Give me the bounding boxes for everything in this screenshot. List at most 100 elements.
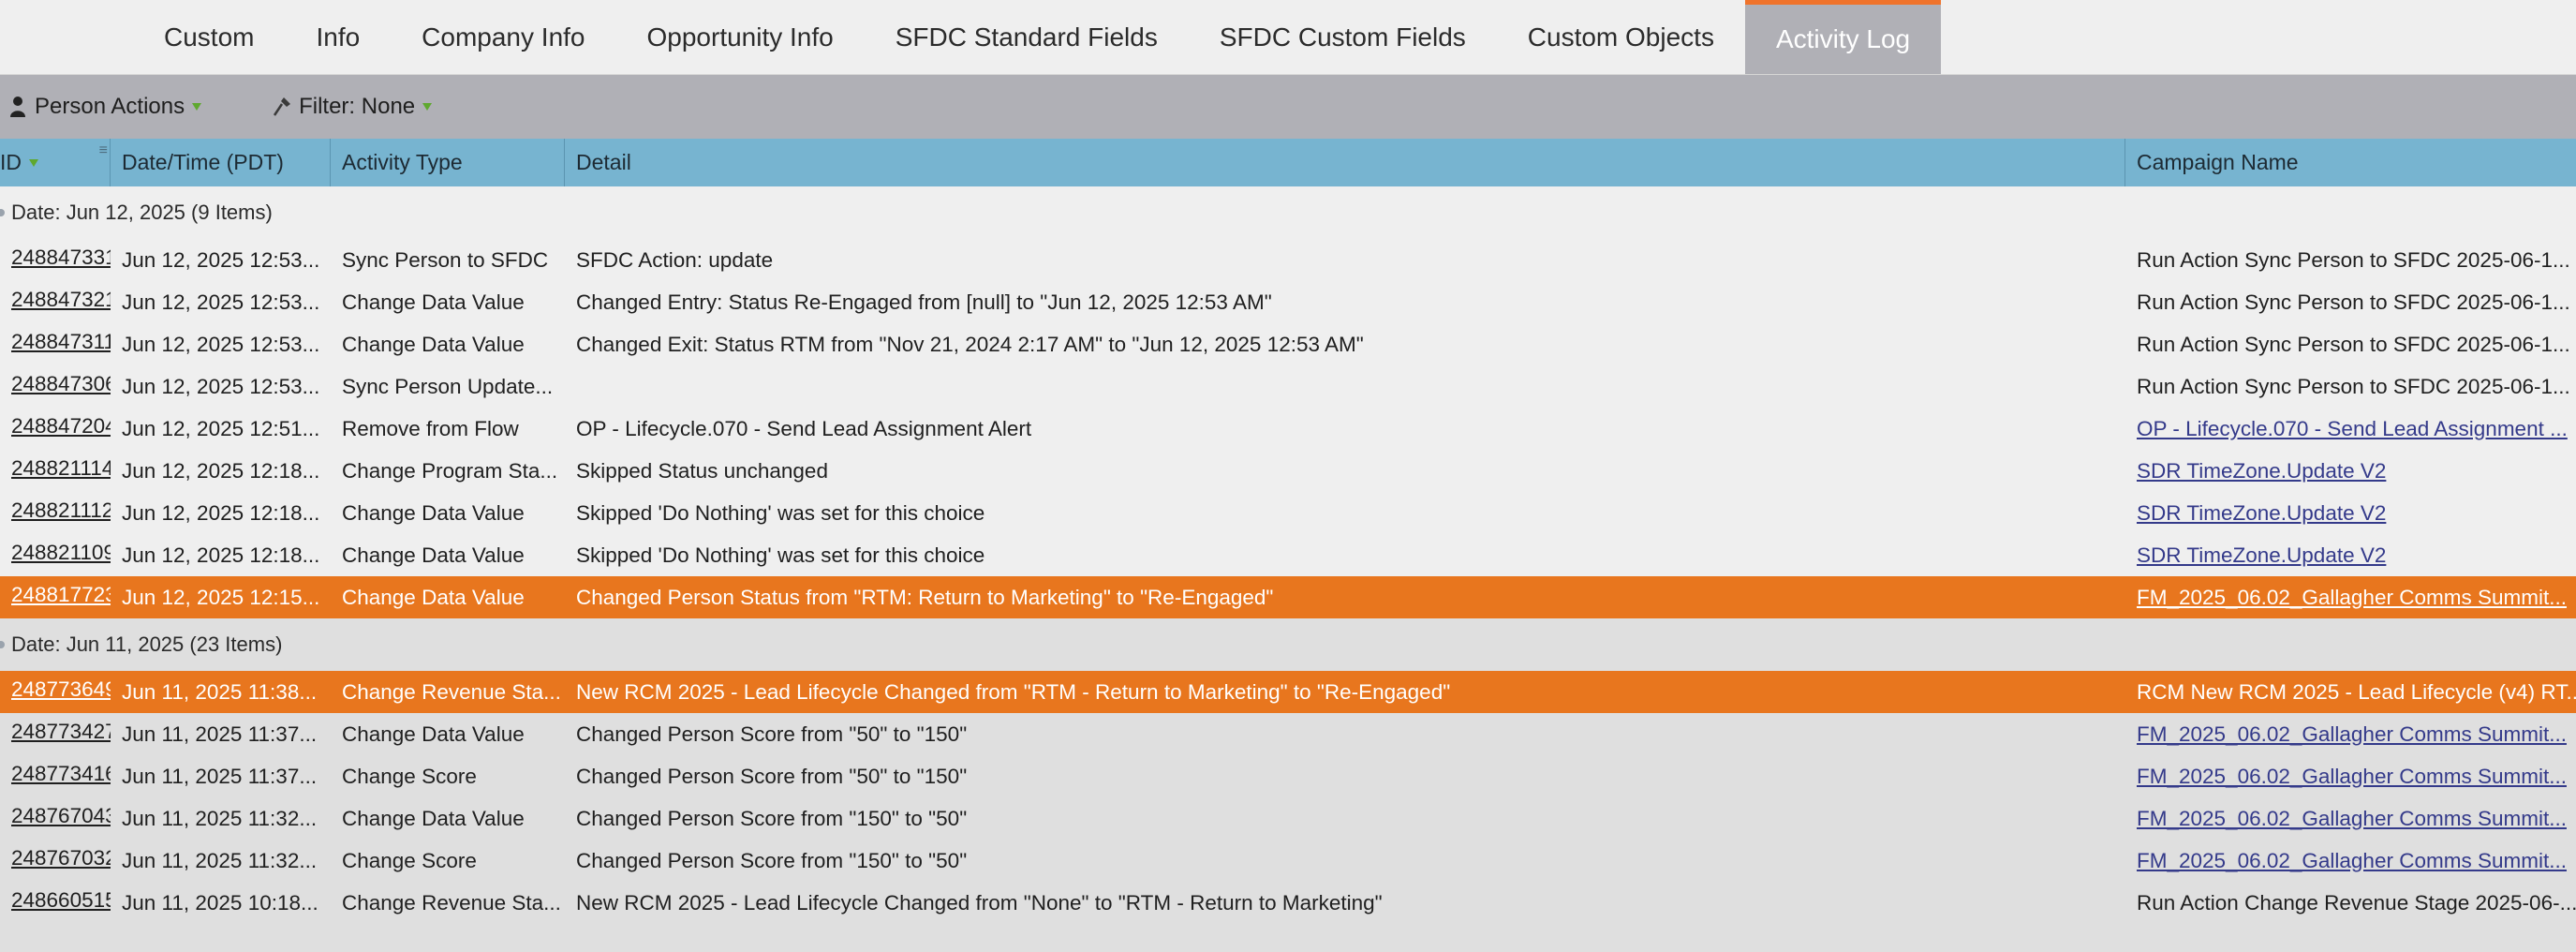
- row-detail: Skipped 'Do Nothing' was set for this ch…: [576, 543, 985, 567]
- table-row[interactable]: 248847204 Jun 12, 2025 12:51... Remove f…: [0, 408, 2576, 450]
- tab-custom-objects[interactable]: Custom Objects: [1497, 0, 1745, 74]
- row-activity-type: Change Score: [342, 848, 477, 872]
- chevron-down-icon: [422, 103, 433, 111]
- campaign-link[interactable]: FM_2025_06.02_Gallagher Comms Summit...: [2137, 722, 2567, 746]
- row-datetime: Jun 11, 2025 11:32...: [122, 848, 318, 872]
- campaign-link[interactable]: FM_2025_06.02_Gallagher Comms Summit...: [2137, 849, 2567, 872]
- table-row-selected[interactable]: 248773649 Jun 11, 2025 11:38... Change R…: [0, 671, 2576, 713]
- filter-icon: [274, 97, 291, 116]
- row-datetime: Jun 12, 2025 12:18...: [122, 500, 320, 525]
- campaign-link[interactable]: SDR TimeZone.Update V2: [2137, 543, 2386, 567]
- campaign-link[interactable]: SDR TimeZone.Update V2: [2137, 459, 2386, 483]
- activity-id-link[interactable]: 248847321: [11, 288, 111, 312]
- table-row[interactable]: 248821114 Jun 12, 2025 12:18... Change P…: [0, 450, 2576, 492]
- row-activity-type: Change Data Value: [342, 543, 525, 567]
- row-campaign: Run Action Sync Person to SFDC 2025-06-1…: [2137, 247, 2570, 272]
- campaign-link[interactable]: SDR TimeZone.Update V2: [2137, 501, 2386, 525]
- activity-id-link[interactable]: 248821114: [11, 456, 111, 481]
- row-detail: Changed Person Score from "150" to "50": [576, 806, 968, 830]
- column-header-detail[interactable]: Detail: [565, 139, 2125, 186]
- group-label: Date: Jun 11, 2025 (23 Items): [11, 632, 283, 656]
- table-row[interactable]: 248773427 Jun 11, 2025 11:37... Change D…: [0, 713, 2576, 755]
- table-body: Date: Jun 12, 2025 (9 Items) 248847331 J…: [0, 186, 2576, 952]
- column-header-activity-type[interactable]: Activity Type: [331, 139, 565, 186]
- row-campaign: RCM New RCM 2025 - Lead Lifecycle (v4) R…: [2137, 679, 2576, 704]
- campaign-link[interactable]: OP - Lifecycle.070 - Send Lead Assignmen…: [2137, 417, 2568, 440]
- activity-id-link[interactable]: 248767032: [11, 846, 111, 870]
- row-datetime: Jun 12, 2025 12:53...: [122, 290, 320, 314]
- collapse-icon[interactable]: [0, 209, 5, 216]
- group-header[interactable]: Date: Jun 12, 2025 (9 Items): [0, 186, 2576, 239]
- group-label: Date: Jun 12, 2025 (9 Items): [11, 201, 273, 224]
- activity-id-link[interactable]: 248847311: [11, 330, 111, 354]
- person-actions-label: Person Actions: [35, 94, 185, 119]
- table-row[interactable]: 248847306 Jun 12, 2025 12:53... Sync Per…: [0, 365, 2576, 408]
- row-detail: New RCM 2025 - Lead Lifecycle Changed fr…: [576, 679, 1451, 704]
- table-row[interactable]: 248660515 Jun 11, 2025 10:18... Change R…: [0, 882, 2576, 924]
- column-resize-icon[interactable]: ≡: [99, 142, 108, 159]
- row-detail: Changed Person Status from "RTM: Return …: [576, 585, 1274, 609]
- filter-button[interactable]: Filter: None: [271, 94, 433, 120]
- row-campaign: Run Action Sync Person to SFDC 2025-06-1…: [2137, 374, 2570, 398]
- row-activity-type: Change Score: [342, 764, 477, 788]
- person-actions-button[interactable]: Person Actions: [9, 94, 202, 120]
- row-detail: Changed Person Score from "50" to "150": [576, 721, 968, 746]
- person-icon: [10, 97, 25, 117]
- table-row[interactable]: 248821109 Jun 12, 2025 12:18... Change D…: [0, 534, 2576, 576]
- campaign-link[interactable]: FM_2025_06.02_Gallagher Comms Summit...: [2137, 765, 2567, 788]
- activity-id-link[interactable]: 248773416: [11, 762, 111, 786]
- row-activity-type: Change Data Value: [342, 290, 525, 314]
- sort-icon[interactable]: [29, 158, 38, 167]
- row-campaign: Run Action Sync Person to SFDC 2025-06-1…: [2137, 332, 2570, 356]
- table-row[interactable]: 248847331 Jun 12, 2025 12:53... Sync Per…: [0, 239, 2576, 281]
- table-row-selected[interactable]: 248817723 Jun 12, 2025 12:15... Change D…: [0, 576, 2576, 618]
- campaign-link[interactable]: FM_2025_06.02_Gallagher Comms Summit...: [2137, 807, 2567, 830]
- column-header-datetime[interactable]: Date/Time (PDT): [111, 139, 331, 186]
- column-header-id[interactable]: ID ≡: [0, 139, 111, 186]
- activity-id-link[interactable]: 248847306: [11, 372, 111, 396]
- row-campaign: Run Action Change Revenue Stage 2025-06-…: [2137, 890, 2576, 915]
- activity-id-link[interactable]: 248821112: [11, 498, 111, 523]
- activity-id-link[interactable]: 248847204: [11, 414, 111, 439]
- row-activity-type: Sync Person to SFDC: [342, 247, 549, 272]
- table-row[interactable]: [0, 924, 2576, 952]
- activity-id-link[interactable]: 248660515: [11, 888, 111, 913]
- table-row[interactable]: 248847311 Jun 12, 2025 12:53... Change D…: [0, 323, 2576, 365]
- activity-id-link[interactable]: 248773649: [11, 677, 111, 702]
- campaign-link[interactable]: FM_2025_06.02_Gallagher Comms Summit...: [2137, 586, 2567, 609]
- table-row[interactable]: 248821112 Jun 12, 2025 12:18... Change D…: [0, 492, 2576, 534]
- activity-id-link[interactable]: 248821109: [11, 541, 111, 565]
- row-datetime: Jun 11, 2025 11:37...: [122, 764, 318, 788]
- tab-company-info[interactable]: Company Info: [391, 0, 615, 74]
- tab-opportunity-info[interactable]: Opportunity Info: [616, 0, 865, 74]
- row-activity-type: Change Data Value: [342, 500, 525, 525]
- row-datetime: Jun 12, 2025 12:51...: [122, 416, 320, 440]
- tab-custom[interactable]: Custom: [133, 0, 285, 74]
- tab-sfdc-custom-fields[interactable]: SFDC Custom Fields: [1189, 0, 1497, 74]
- tab-info[interactable]: Info: [285, 0, 391, 74]
- table-row[interactable]: 248767043 Jun 11, 2025 11:32... Change D…: [0, 797, 2576, 840]
- row-datetime: Jun 12, 2025 12:18...: [122, 543, 320, 567]
- tab-activity-log[interactable]: Activity Log: [1744, 0, 1942, 74]
- row-detail: New RCM 2025 - Lead Lifecycle Changed fr…: [576, 890, 1383, 915]
- row-campaign: Run Action Sync Person to SFDC 2025-06-1…: [2137, 290, 2570, 314]
- table-row[interactable]: 248773416 Jun 11, 2025 11:37... Change S…: [0, 755, 2576, 797]
- activity-id-link[interactable]: 248847331: [11, 245, 111, 270]
- row-datetime: Jun 11, 2025 10:18...: [122, 890, 318, 915]
- table-row[interactable]: 248767032 Jun 11, 2025 11:32... Change S…: [0, 840, 2576, 882]
- row-datetime: Jun 11, 2025 11:38...: [122, 679, 318, 704]
- row-detail: SFDC Action: update: [576, 247, 774, 272]
- filter-label: Filter: None: [299, 94, 416, 119]
- row-detail: Changed Person Score from "50" to "150": [576, 764, 968, 788]
- row-detail: Changed Person Score from "150" to "50": [576, 848, 968, 872]
- group-header[interactable]: Date: Jun 11, 2025 (23 Items): [0, 618, 2576, 671]
- activity-id-link[interactable]: 248773427: [11, 720, 111, 744]
- row-detail: Skipped Status unchanged: [576, 458, 828, 483]
- collapse-icon[interactable]: [0, 641, 5, 648]
- tab-sfdc-standard-fields[interactable]: SFDC Standard Fields: [865, 0, 1189, 74]
- activity-id-link[interactable]: 248767043: [11, 804, 111, 828]
- row-datetime: Jun 12, 2025 12:53...: [122, 332, 320, 356]
- activity-id-link[interactable]: 248817723: [11, 583, 111, 607]
- column-header-campaign-name[interactable]: Campaign Name: [2125, 139, 2576, 186]
- table-row[interactable]: 248847321 Jun 12, 2025 12:53... Change D…: [0, 281, 2576, 323]
